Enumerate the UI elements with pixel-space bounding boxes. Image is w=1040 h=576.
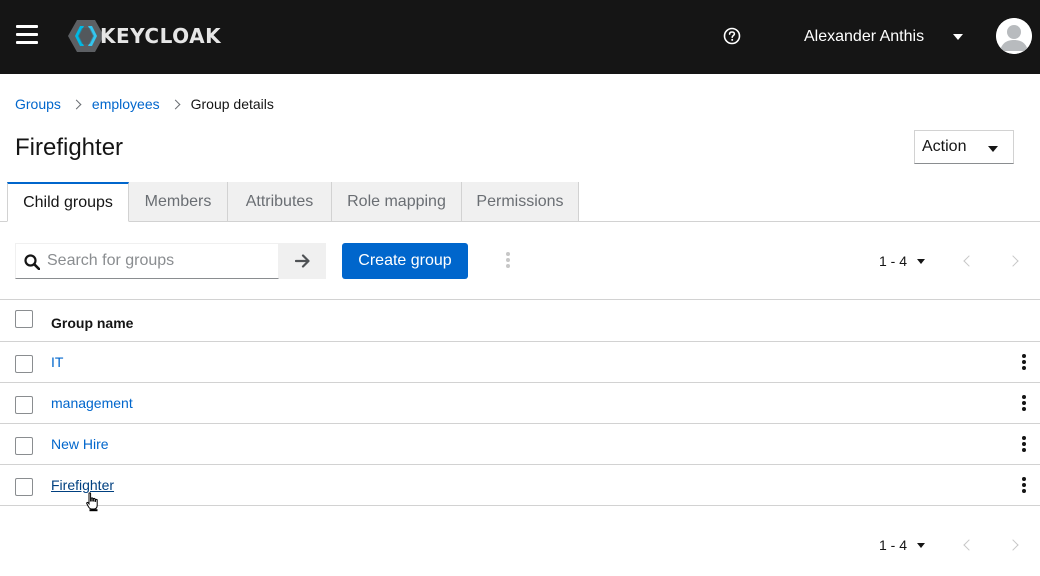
chevron-right-icon [1007, 539, 1019, 551]
caret-down-icon [917, 542, 926, 548]
logo-text: KEYCLOAK [100, 24, 222, 48]
chevron-right-icon [170, 99, 181, 109]
tab-members[interactable]: Members [129, 182, 228, 222]
tab-label: Members [144, 192, 212, 210]
table-row: New Hire [0, 423, 1040, 465]
masthead: KEYCLOAK Alexander Anthis [0, 0, 1040, 74]
table-bottom-border [0, 505, 1040, 506]
arrow-right-icon [294, 254, 310, 268]
tab-role-mapping[interactable]: Role mapping [332, 182, 462, 222]
user-avatar-icon[interactable] [996, 18, 1032, 54]
tab-label: Child groups [23, 193, 113, 211]
kebab-icon[interactable] [1019, 354, 1029, 372]
user-name: Alexander Anthis [804, 28, 925, 45]
search-submit-button[interactable] [279, 243, 326, 279]
user-menu-toggle[interactable]: Alexander Anthis [804, 26, 964, 48]
row-checkbox[interactable] [15, 478, 33, 496]
pagination-top: 1 - 4 [879, 251, 926, 271]
table-row: Firefighter [0, 464, 1040, 506]
group-link[interactable]: Firefighter [51, 477, 114, 493]
breadcrumb-employees[interactable]: employees [92, 96, 160, 112]
breadcrumb-groups[interactable]: Groups [15, 96, 61, 112]
tab-label: Attributes [245, 192, 314, 210]
keycloak-logo-icon [68, 20, 104, 52]
caret-down-icon [988, 146, 998, 152]
chevron-right-icon [71, 99, 82, 109]
pagination-count: 1 - 4 [879, 537, 908, 553]
next-page-button[interactable] [1005, 251, 1025, 271]
group-link[interactable]: management [51, 395, 133, 411]
table-row: IT [0, 341, 1040, 383]
previous-page-button[interactable] [958, 251, 978, 271]
tab-permissions[interactable]: Permissions [462, 182, 579, 222]
tab-label: Permissions [476, 192, 564, 210]
select-all-checkbox[interactable] [15, 310, 33, 328]
previous-page-button[interactable] [958, 535, 978, 555]
hamburger-icon[interactable] [16, 25, 38, 45]
tab-label: Role mapping [347, 192, 446, 210]
column-header-group-name: Group name [51, 315, 134, 331]
search-box [15, 243, 279, 279]
keycloak-logo[interactable]: KEYCLOAK [68, 18, 221, 54]
kebab-icon[interactable] [1019, 436, 1029, 454]
chevron-right-icon [1007, 255, 1019, 267]
caret-down-icon [917, 258, 926, 264]
breadcrumb-current: Group details [190, 96, 274, 112]
chevron-left-icon [963, 255, 975, 267]
tab-child-groups[interactable]: Child groups [7, 182, 129, 222]
kebab-icon[interactable] [1019, 477, 1029, 495]
tabs: Child groups Members Attributes Role map… [7, 182, 579, 222]
action-label: Action [922, 138, 967, 155]
pagination-count: 1 - 4 [879, 253, 908, 269]
caret-down-icon [953, 34, 964, 40]
create-group-button[interactable]: Create group [342, 243, 468, 279]
pagination-bottom: 1 - 4 [879, 535, 926, 555]
chevron-left-icon [963, 539, 975, 551]
group-link[interactable]: New Hire [51, 436, 109, 452]
kebab-icon[interactable] [1019, 395, 1029, 413]
action-dropdown[interactable]: Action [914, 130, 1014, 164]
search-icon [24, 254, 40, 270]
table-row: management [0, 382, 1040, 424]
pagination-toggle[interactable]: 1 - 4 [879, 537, 926, 553]
search-input[interactable] [47, 244, 272, 278]
row-checkbox[interactable] [15, 396, 33, 414]
help-circle-icon[interactable] [723, 27, 741, 45]
table-top-border [0, 299, 1040, 300]
tab-attributes[interactable]: Attributes [228, 182, 332, 222]
pagination-toggle[interactable]: 1 - 4 [879, 253, 926, 269]
breadcrumb: Groups employees Group details [15, 95, 274, 113]
next-page-button[interactable] [1005, 535, 1025, 555]
hand-cursor-icon [86, 492, 98, 512]
page-title: Firefighter [15, 134, 124, 161]
kebab-icon[interactable] [503, 252, 513, 270]
group-link[interactable]: IT [51, 354, 63, 370]
row-checkbox[interactable] [15, 355, 33, 373]
row-checkbox[interactable] [15, 437, 33, 455]
